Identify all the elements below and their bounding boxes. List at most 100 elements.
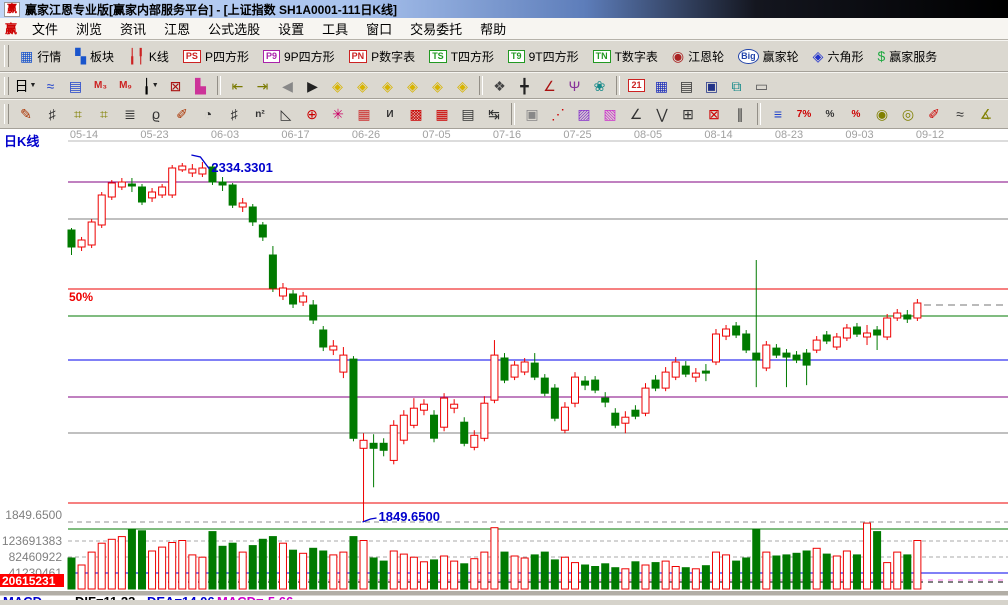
levels-icon[interactable]: ≡ [765, 102, 791, 127]
menu-item-0[interactable]: 文件 [23, 18, 67, 39]
gann-wheel-button[interactable]: ◉江恩轮 [665, 45, 731, 68]
network-icon[interactable]: ⧉ [724, 74, 749, 97]
hand-tool-icon[interactable]: ❖ [487, 74, 512, 97]
period-day-icon[interactable]: 日▼ [13, 74, 38, 97]
info-doc-icon[interactable]: ▤ [63, 74, 88, 97]
volume-bar [169, 543, 176, 590]
candle-style-icon[interactable]: ╽▼ [138, 74, 163, 97]
title-bar[interactable]: 赢 赢家江恩专业版[赢家内部服务平台] - [上证指数 SH1A0001-111… [0, 0, 1008, 18]
n-squared-icon[interactable]: n² [247, 102, 273, 127]
quotes-button[interactable]: ▦行情 [13, 45, 68, 68]
golden-ratio-2-icon[interactable]: ⌗ [91, 102, 117, 127]
gann-crosshair-icon[interactable]: ⊕ [299, 102, 325, 127]
p-square-button[interactable]: PSP四方形 [176, 45, 256, 68]
toolbar-grip[interactable] [4, 45, 9, 67]
pan-right-icon[interactable]: ◈ [350, 74, 375, 97]
j-angle-icon[interactable]: J [999, 102, 1008, 127]
golden-ratio-1-icon[interactable]: ⌗ [65, 102, 91, 127]
hexagon-button[interactable]: ◈六角形 [806, 45, 871, 68]
menu-item-7[interactable]: 窗口 [357, 18, 401, 39]
toolbar-grip[interactable] [4, 104, 9, 124]
menu-item-1[interactable]: 浏览 [67, 18, 111, 39]
time-ticks-icon[interactable]: ♯ [221, 102, 247, 127]
prev-icon[interactable]: ◀ [275, 74, 300, 97]
percent-line-icon[interactable]: % [843, 102, 869, 127]
volume-bar [420, 562, 427, 589]
pattern-icon[interactable]: ⊠ [163, 74, 188, 97]
star-web-icon[interactable]: ✳ [325, 102, 351, 127]
calendar-icon[interactable]: 21 [624, 74, 649, 97]
ying-grid-icon[interactable]: ▦ [429, 102, 455, 127]
angle-lines-icon[interactable]: ∠ [623, 102, 649, 127]
p-number-table-button[interactable]: PNP数字表 [342, 45, 423, 68]
winner-service-button[interactable]: $赢家服务 [870, 45, 944, 68]
kline-chart-canvas[interactable]: 05-1405-2306-0306-1706-2607-0507-1607-25… [0, 129, 1008, 600]
kline-mark-icon[interactable]: И [377, 102, 403, 127]
fib-ticks-icon[interactable]: ≣ [117, 102, 143, 127]
gold-angle-glyph: ∡ [980, 107, 993, 121]
next-icon[interactable]: ▶ [300, 74, 325, 97]
9t-square-button[interactable]: T99T四方形 [501, 45, 586, 68]
parallel-lines-icon[interactable]: ∥ [727, 102, 753, 127]
gann-ticks-icon[interactable]: ♯ [39, 102, 65, 127]
pen-brush-icon[interactable]: ✎ [13, 102, 39, 127]
black-grid-icon[interactable]: ⊞ [675, 102, 701, 127]
seven-pct-icon[interactable]: 7% [791, 102, 817, 127]
red-brush-icon[interactable]: ✐ [169, 102, 195, 127]
notes-icon[interactable]: ▤ [674, 74, 699, 97]
sectors-button[interactable]: ▚板块 [68, 45, 121, 68]
expand-glyph: ◈ [432, 79, 443, 93]
fit-all-icon[interactable]: ◈ [450, 74, 475, 97]
9p-square-button[interactable]: P99P四方形 [256, 45, 342, 68]
percent-icon[interactable]: % [817, 102, 843, 127]
wave-channel-icon[interactable]: ≈ [947, 102, 973, 127]
red-fan-icon[interactable]: ⋰ [545, 102, 571, 127]
first-page-icon[interactable]: ⇤ [225, 74, 250, 97]
winner-wheel-button[interactable]: Big赢家轮 [731, 45, 806, 68]
t-square-button[interactable]: TST四方形 [422, 45, 501, 68]
web-box-icon[interactable]: ▦ [351, 102, 377, 127]
magenta-fan-icon[interactable]: ▧ [597, 102, 623, 127]
v-lines-icon[interactable]: ⋁ [649, 102, 675, 127]
menu-item-6[interactable]: 工具 [313, 18, 357, 39]
histogram-icon[interactable]: ▙ [188, 74, 213, 97]
menu-item-5[interactable]: 设置 [269, 18, 313, 39]
gold-circle-icon[interactable]: ◉ [869, 102, 895, 127]
menu-item-4[interactable]: 公式选股 [199, 18, 269, 39]
zoom-horizontal-icon[interactable]: ◈ [375, 74, 400, 97]
circle-cycle-icon[interactable]: ◔ [195, 102, 221, 127]
save-icon[interactable]: ▣ [699, 74, 724, 97]
pan-left-icon[interactable]: ◈ [325, 74, 350, 97]
kline-button[interactable]: ╽╿K线 [121, 45, 176, 68]
t-number-table-button[interactable]: TNT数字表 [586, 45, 665, 68]
chart-frame-icon[interactable]: ▣ [519, 102, 545, 127]
calculator-icon[interactable]: ▦ [649, 74, 674, 97]
purple-fan-icon[interactable]: ▨ [571, 102, 597, 127]
trend-wave-icon[interactable]: ≈ [38, 74, 63, 97]
wave-3-icon[interactable]: M₃ [88, 74, 113, 97]
cycle-tool-icon[interactable]: ❀ [587, 74, 612, 97]
expand-icon[interactable]: ◈ [425, 74, 450, 97]
angle-measure-tool-icon[interactable]: ∠ [537, 74, 562, 97]
spiral-icon[interactable]: ϱ [143, 102, 169, 127]
crosshair-tool-icon[interactable]: ╋ [512, 74, 537, 97]
angle-wedge-icon[interactable]: ◺ [273, 102, 299, 127]
menu-item-3[interactable]: 江恩 [155, 18, 199, 39]
red-pen-icon[interactable]: ✐ [921, 102, 947, 127]
compress-icon[interactable]: ◈ [400, 74, 425, 97]
gold-ring-icon[interactable]: ◎ [895, 102, 921, 127]
wave-9-icon[interactable]: M₉ [113, 74, 138, 97]
print-icon[interactable]: ▭ [749, 74, 774, 97]
gold-angle-icon[interactable]: ∡ [973, 102, 999, 127]
shen-grid-icon[interactable]: ▩ [403, 102, 429, 127]
menu-item-2[interactable]: 资讯 [111, 18, 155, 39]
span-arrows-icon[interactable]: ↹ [481, 102, 507, 127]
toolbar-grip[interactable] [4, 77, 9, 95]
last-page-icon[interactable]: ⇥ [250, 74, 275, 97]
gann-tool-icon[interactable]: Ψ [562, 74, 587, 97]
ruler-grid-icon[interactable]: ▤ [455, 102, 481, 127]
red-grid-icon[interactable]: ⊠ [701, 102, 727, 127]
menu-item-8[interactable]: 交易委托 [401, 18, 471, 39]
menu-item-9[interactable]: 帮助 [471, 18, 515, 39]
chart-area[interactable]: 05-1405-2306-0306-1706-2607-0507-1607-25… [0, 129, 1008, 600]
